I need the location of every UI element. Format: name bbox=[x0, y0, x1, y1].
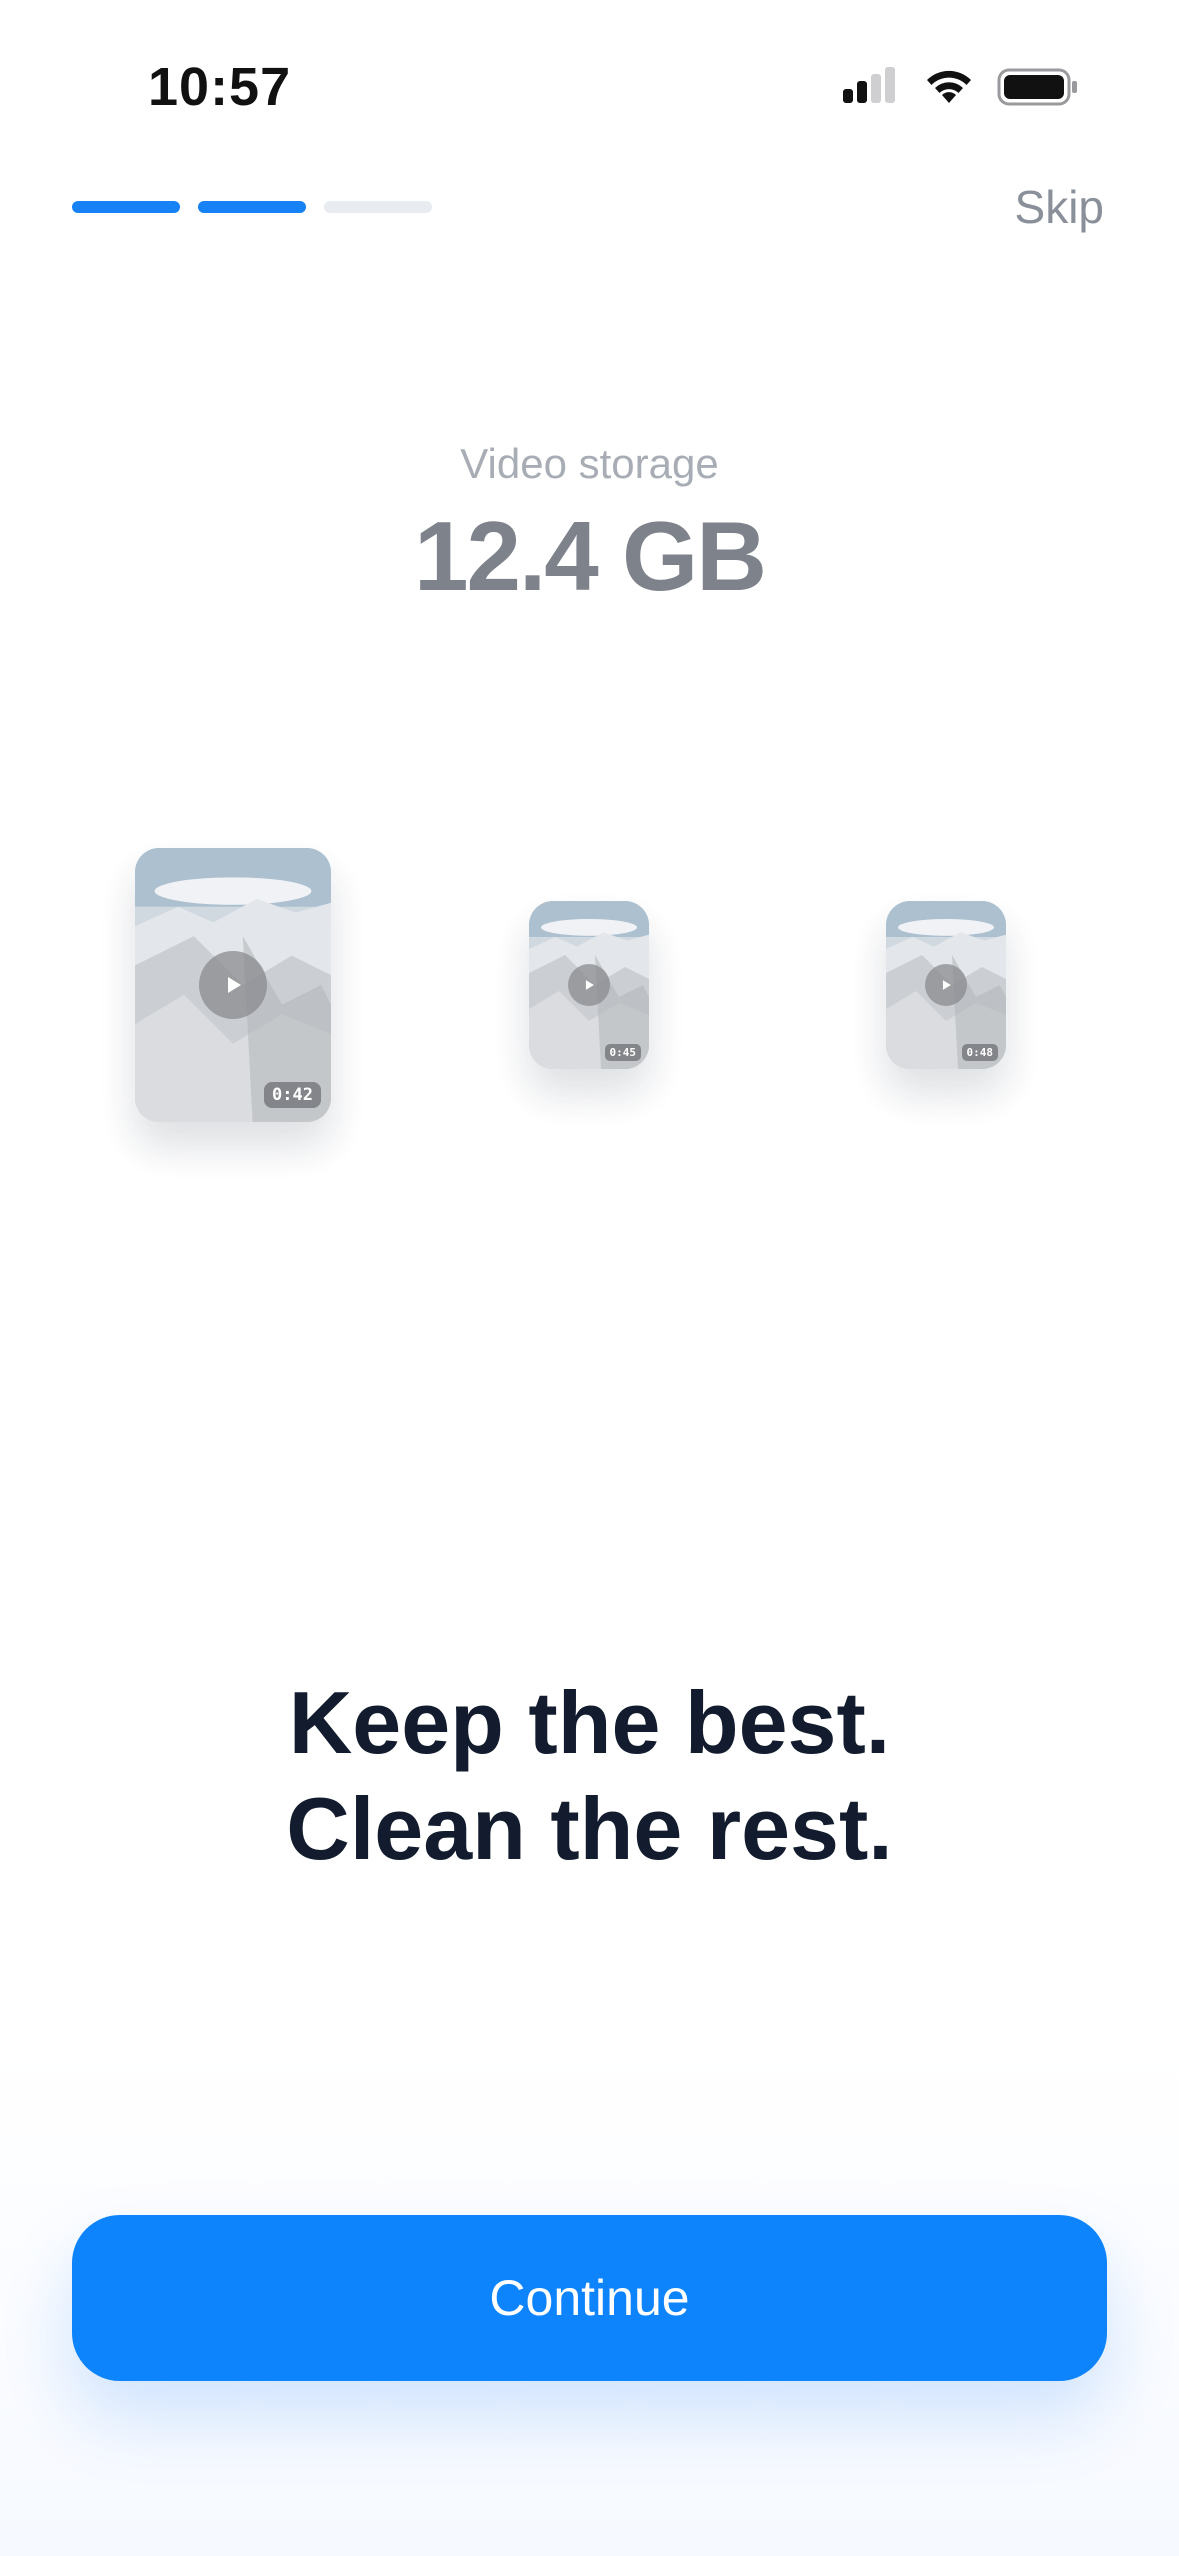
continue-button[interactable]: Continue bbox=[72, 2215, 1107, 2381]
progress-step-2 bbox=[198, 201, 306, 213]
onboarding-screen: 10:57 Skip Video storage 12.4 GB 0:42 0:… bbox=[0, 0, 1179, 2556]
video-thumbnail[interactable]: 0:45 bbox=[529, 901, 649, 1069]
video-duration: 0:48 bbox=[961, 1044, 998, 1061]
battery-icon bbox=[997, 67, 1079, 107]
storage-label: Video storage bbox=[460, 440, 719, 487]
play-button[interactable] bbox=[199, 951, 267, 1019]
cellular-signal-icon bbox=[841, 67, 901, 107]
play-button[interactable] bbox=[925, 964, 967, 1006]
status-time: 10:57 bbox=[148, 57, 292, 117]
headline-line-2: Clean the rest. bbox=[286, 1779, 893, 1878]
progress-step-1 bbox=[72, 201, 180, 213]
video-duration: 0:42 bbox=[264, 1082, 321, 1108]
video-duration: 0:45 bbox=[604, 1044, 641, 1061]
headline-line-1: Keep the best. bbox=[288, 1673, 891, 1772]
status-icons bbox=[841, 62, 1079, 112]
video-thumbnail[interactable]: 0:42 bbox=[135, 848, 331, 1122]
headline: Keep the best. Clean the rest. bbox=[0, 1670, 1179, 1882]
play-button[interactable] bbox=[568, 964, 610, 1006]
play-icon bbox=[585, 980, 594, 990]
storage-value: 12.4 GB bbox=[414, 501, 767, 611]
play-icon bbox=[942, 980, 951, 990]
video-thumbnail[interactable]: 0:48 bbox=[886, 901, 1006, 1069]
skip-button[interactable]: Skip bbox=[1015, 180, 1104, 234]
wifi-icon bbox=[923, 67, 975, 107]
onboarding-progress bbox=[72, 201, 432, 213]
progress-step-3 bbox=[324, 201, 432, 213]
play-icon bbox=[228, 977, 241, 993]
